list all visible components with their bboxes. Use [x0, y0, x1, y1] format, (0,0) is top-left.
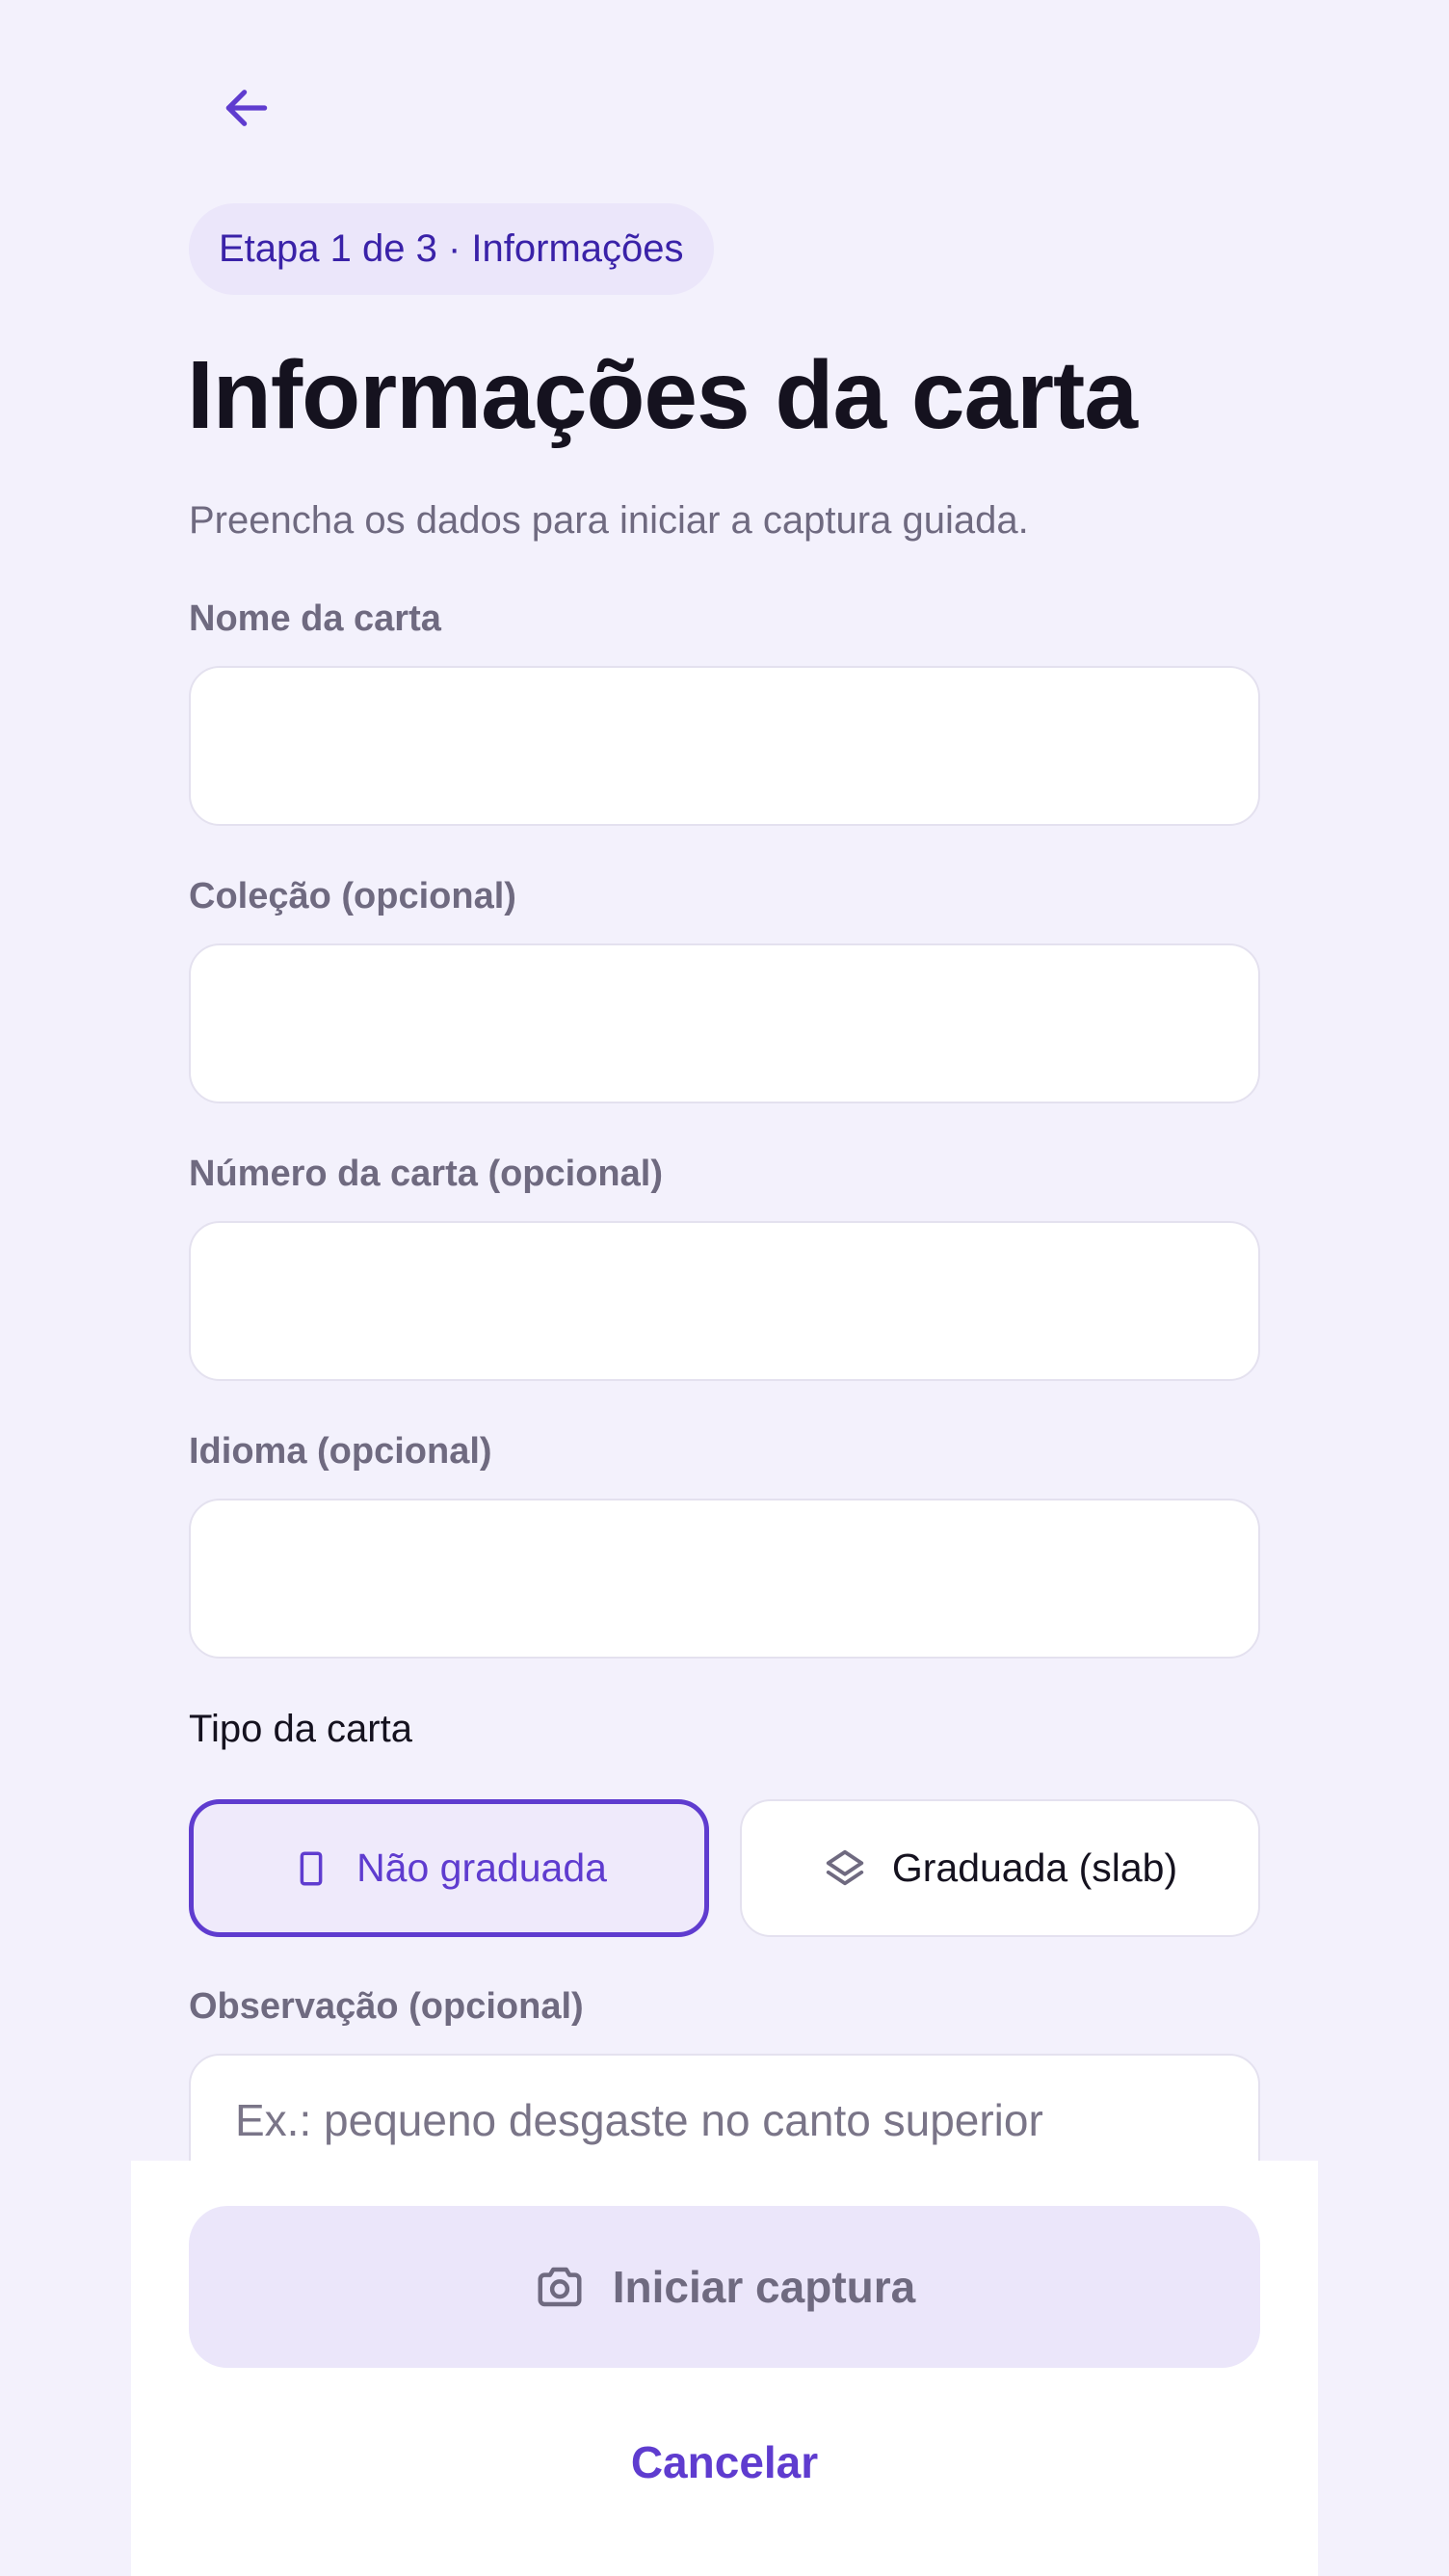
option-graded-slab-label: Graduada (slab)	[891, 1846, 1178, 1890]
layers-icon	[823, 1846, 867, 1891]
collection-label: Coleção (opcional)	[189, 876, 516, 916]
arrow-left-icon	[225, 90, 268, 126]
card-type-label: Tipo da carta	[189, 1708, 412, 1750]
page-subtitle: Preencha os dados para iniciar a captura…	[189, 499, 1029, 542]
observation-label: Observação (opcional)	[189, 1986, 584, 2027]
step-indicator: Etapa 1 de 3 · Informações	[189, 203, 714, 295]
page-title: Informações da carta	[187, 341, 1138, 449]
option-not-graded-label: Não graduada	[356, 1846, 607, 1890]
start-capture-label: Iniciar captura	[612, 2262, 916, 2312]
option-graded-slab[interactable]: Graduada (slab)	[740, 1799, 1260, 1937]
card-icon	[291, 1848, 331, 1889]
card-name-input[interactable]	[189, 666, 1260, 826]
cancel-button[interactable]: Cancelar	[189, 2429, 1260, 2496]
card-info-screen: Etapa 1 de 3 · Informações Informações d…	[0, 0, 1449, 2576]
back-button[interactable]	[214, 75, 279, 141]
collection-input[interactable]	[189, 943, 1260, 1103]
start-capture-button[interactable]: Iniciar captura	[189, 2206, 1260, 2368]
card-number-label: Número da carta (opcional)	[189, 1154, 663, 1194]
language-label: Idioma (opcional)	[189, 1431, 492, 1472]
language-input[interactable]	[189, 1499, 1260, 1659]
card-number-input[interactable]	[189, 1221, 1260, 1381]
option-not-graded[interactable]: Não graduada	[189, 1799, 709, 1937]
card-name-label: Nome da carta	[189, 598, 441, 639]
camera-icon	[538, 2267, 582, 2307]
